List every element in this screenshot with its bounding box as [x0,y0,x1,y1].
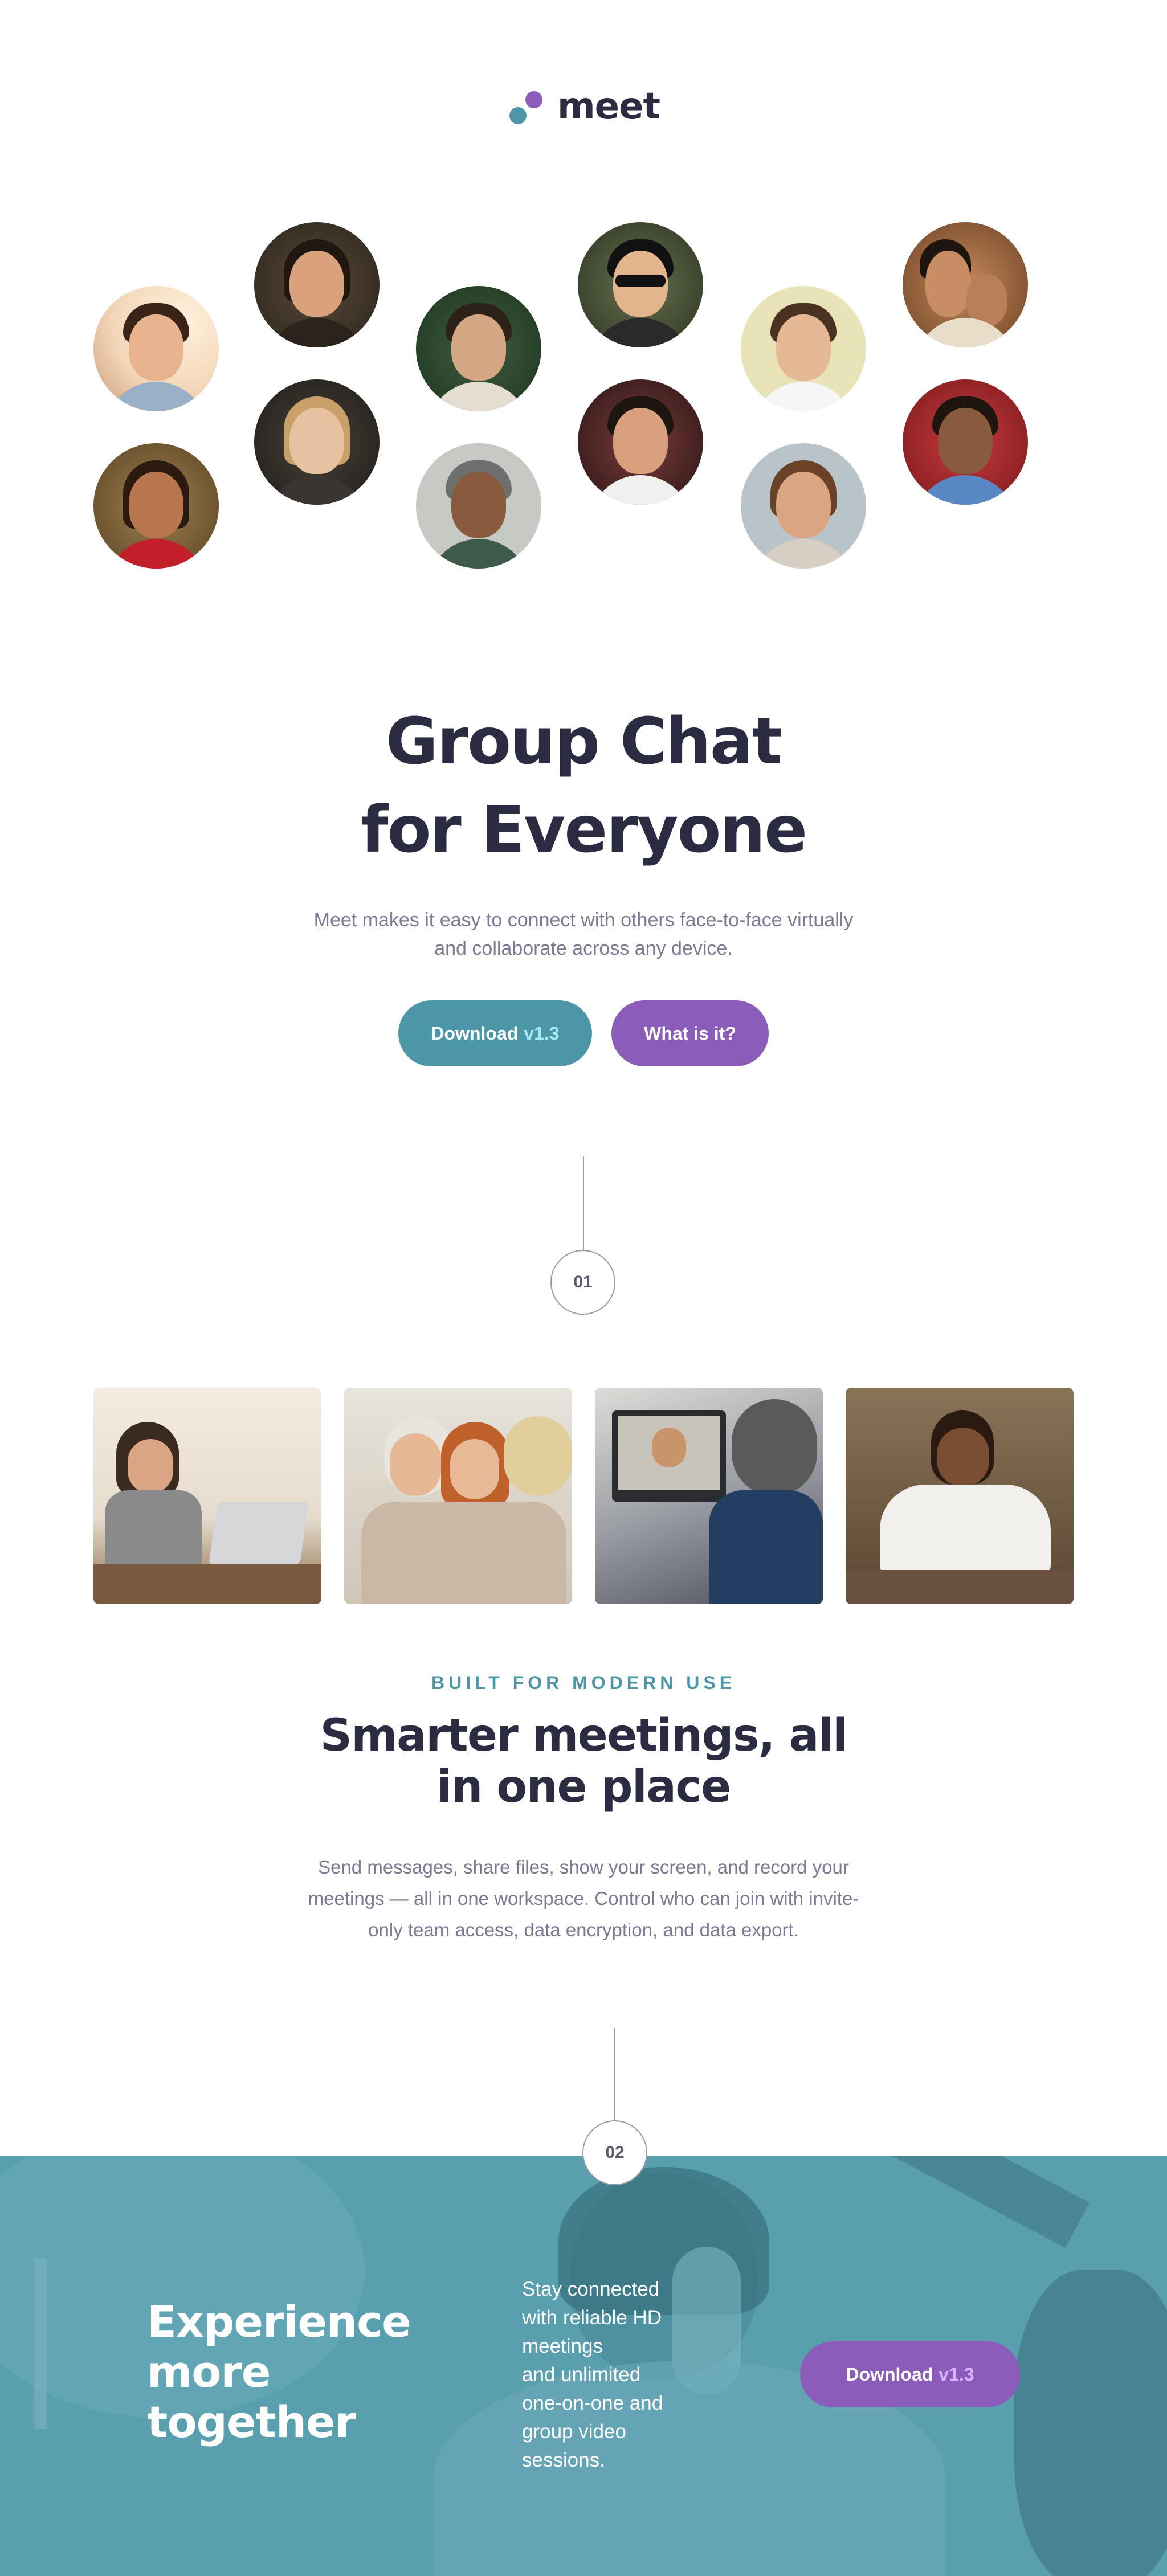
cta-download-button[interactable]: Download v1.3 [800,2341,1020,2407]
step-2-badge: 02 [582,2120,647,2185]
feature-subtitle: Send messages, share files, show your sc… [308,1857,859,1940]
hero-title-line-1: Group Chat [385,705,782,779]
feature-title: Smarter meetings, all in one place [320,1710,848,1813]
download-button-label: Download [431,1023,519,1044]
download-button-version: v1.3 [524,1023,560,1044]
step-2-number: 02 [605,2143,625,2162]
cta-band-text-line-7: sessions. [522,2449,605,2471]
cta-download-button-version: v1.3 [939,2364,974,2385]
hero-title-line-2: for Everyone [360,793,807,867]
cta-band-title-line-3: together [147,2397,356,2447]
step-1-badge: 01 [550,1250,615,1315]
avatar-7 [93,443,219,569]
avatar-9 [416,443,541,569]
step-1-number: 01 [573,1273,593,1291]
avatar-8 [254,379,380,505]
photo-man-phone [846,1388,1074,1604]
hero-subtitle: Meet makes it easy to connect with other… [313,909,854,959]
cta-band-text-line-3: meetings [522,2335,603,2357]
cta-band-text-line-4: and unlimited [522,2364,641,2386]
cta-band-title-line-2: more [147,2346,271,2397]
hero-buttons: Download v1.3 What is it? [0,1000,1167,1066]
avatar-12 [903,379,1028,505]
cta-band-text-line-1: Stay connected [522,2278,660,2300]
photo-video-call [595,1388,823,1604]
cta-band-text-line-6: group video [522,2420,626,2443]
avatar-3 [416,286,541,411]
cta-band-title: Experience more together [147,2296,411,2447]
avatar-6 [903,222,1028,347]
avatar-1 [93,286,219,411]
avatar-4 [578,222,703,347]
cta-band-text-line-5: one-on-one and [522,2392,663,2414]
cta-band-text-line-2: with reliable HD [522,2307,662,2329]
cta-band-text: Stay connected with reliable HD meetings… [522,2275,710,2475]
cta-download-button-label: Download [846,2364,933,2385]
cta-band-title-line-1: Experience [147,2296,411,2347]
download-button[interactable]: Download v1.3 [398,1000,592,1066]
what-is-it-button[interactable]: What is it? [611,1000,769,1066]
photo-woman-laptop [93,1388,321,1604]
photo-women-phone [344,1388,572,1604]
what-is-it-button-label: What is it? [644,1023,736,1044]
hero-title: Group Chat for Everyone [0,698,1167,874]
avatar-2 [254,222,380,347]
avatar-cluster [0,0,1167,581]
avatar-11 [741,443,866,569]
section-eyebrow: BUILT FOR MODERN USE [431,1673,736,1693]
avatar-10 [578,379,703,505]
avatar-5 [741,286,866,411]
photo-grid [93,1388,1074,1604]
